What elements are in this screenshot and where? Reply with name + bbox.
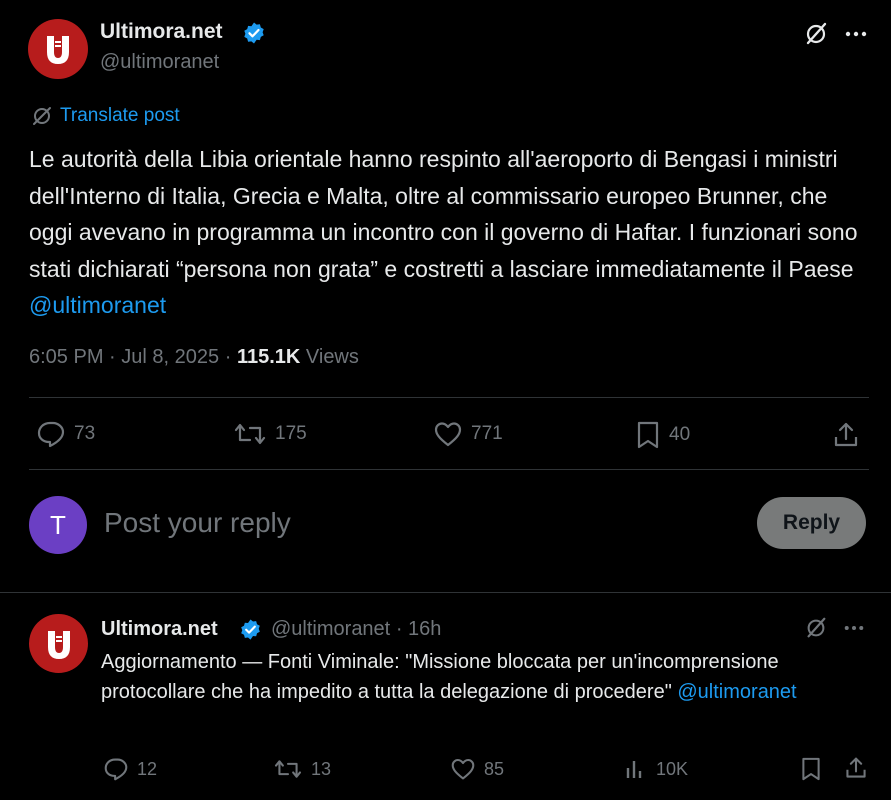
translate-post-link[interactable]: Translate post bbox=[60, 105, 180, 127]
like-icon bbox=[451, 758, 475, 780]
share-icon[interactable] bbox=[830, 419, 862, 451]
reply-icon bbox=[37, 421, 65, 448]
like-icon bbox=[434, 422, 462, 447]
reply-author-handle: @ultimoranet · 16h bbox=[271, 618, 442, 640]
bookmark-icon[interactable] bbox=[798, 756, 824, 782]
bookmark-action[interactable]: 40 bbox=[635, 420, 690, 450]
reply-body-mention[interactable]: @ultimoranet bbox=[677, 681, 796, 703]
divider bbox=[0, 592, 891, 593]
grok-icon[interactable] bbox=[800, 18, 832, 50]
reply-views-action[interactable]: 10K bbox=[624, 757, 688, 781]
views-label: Views bbox=[305, 346, 359, 368]
divider bbox=[29, 469, 869, 470]
verified-badge-icon bbox=[244, 22, 264, 44]
views-icon bbox=[626, 761, 642, 778]
reply-like-action[interactable]: 85 bbox=[450, 757, 504, 781]
post-meta: 6:05 PM · Jul 8, 2025 · 115.1K Views bbox=[29, 346, 359, 368]
user-avatar[interactable]: T bbox=[29, 496, 87, 554]
reply-count: 73 bbox=[74, 423, 96, 444]
reply-author-avatar[interactable] bbox=[29, 614, 88, 673]
repost-icon bbox=[274, 760, 302, 778]
like-count: 771 bbox=[471, 423, 503, 444]
post-body: Le autorità della Libia orientale hanno … bbox=[29, 141, 869, 324]
grok-icon[interactable] bbox=[802, 614, 830, 642]
reply-icon bbox=[104, 758, 128, 781]
repost-action[interactable]: 175 bbox=[233, 420, 307, 448]
author-name[interactable]: Ultimora.net bbox=[100, 20, 223, 44]
ultimora-logo-icon bbox=[47, 36, 69, 64]
verified-badge-icon bbox=[241, 619, 260, 640]
reply-input[interactable]: Post your reply bbox=[104, 507, 291, 539]
ultimora-logo-icon bbox=[47, 630, 70, 659]
repost-icon bbox=[234, 423, 266, 445]
repost-count: 175 bbox=[275, 423, 307, 444]
author-handle[interactable]: @ultimoranet bbox=[100, 51, 219, 74]
bookmark-count: 40 bbox=[669, 424, 691, 445]
reply-reply-action[interactable]: 12 bbox=[103, 757, 157, 781]
reply-body: Aggiornamento — Fonti Viminale: "Mission… bbox=[101, 648, 861, 707]
post-date[interactable]: Jul 8, 2025 bbox=[121, 346, 219, 368]
reply-action[interactable]: 73 bbox=[36, 420, 95, 448]
translate-icon bbox=[33, 107, 51, 125]
reply-repost-action[interactable]: 13 bbox=[273, 757, 331, 781]
post-body-mention[interactable]: @ultimoranet bbox=[29, 292, 166, 318]
like-action[interactable]: 771 bbox=[433, 420, 503, 448]
post-body-text: Le autorità della Libia orientale hanno … bbox=[29, 146, 858, 282]
reply-age[interactable]: 16h bbox=[408, 618, 441, 640]
bookmark-icon bbox=[637, 421, 659, 449]
post-time[interactable]: 6:05 PM bbox=[29, 346, 103, 368]
share-icon[interactable] bbox=[843, 755, 869, 781]
reply-button[interactable]: Reply bbox=[757, 497, 866, 549]
author-avatar[interactable] bbox=[28, 19, 88, 79]
more-icon[interactable] bbox=[840, 614, 868, 642]
more-icon[interactable] bbox=[840, 18, 872, 50]
views-count: 115.1K bbox=[236, 346, 301, 368]
divider bbox=[29, 397, 869, 398]
reply-author-name[interactable]: Ultimora.net bbox=[101, 618, 218, 641]
